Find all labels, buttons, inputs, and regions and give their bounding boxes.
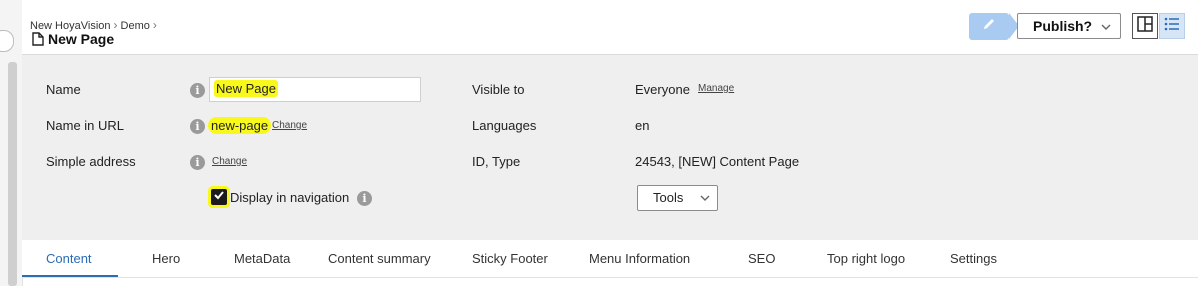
simple-address-label: Simple address [46, 154, 136, 169]
split-view-icon [1137, 15, 1153, 37]
name-value: New Page [214, 80, 278, 97]
tab-menu-information[interactable]: Menu Information [589, 251, 690, 266]
languages-label: Languages [472, 118, 537, 133]
page-icon [32, 32, 44, 46]
info-icon[interactable]: i [190, 83, 205, 98]
url-value: new-page [208, 117, 272, 134]
chevron-down-icon [1100, 20, 1112, 36]
panel-toggle[interactable] [0, 30, 14, 52]
page-title: New Page [32, 31, 114, 47]
info-icon[interactable]: i [190, 119, 205, 134]
left-panel-strip [0, 0, 23, 286]
tab-seo[interactable]: SEO [748, 251, 775, 266]
pencil-icon [982, 17, 996, 36]
simple-address-change-link[interactable]: Change [212, 156, 247, 167]
id-type-label: ID, Type [472, 154, 521, 169]
manage-link[interactable]: Manage [698, 83, 734, 94]
publish-label: Publish? [1033, 18, 1093, 34]
info-icon[interactable]: i [190, 155, 205, 170]
breadcrumb: New HoyaVision › Demo › [30, 18, 160, 32]
languages-value: en [635, 118, 650, 133]
split-view-button[interactable] [1132, 13, 1158, 39]
name-label: Name [46, 82, 81, 97]
chevron-down-icon [699, 192, 711, 207]
left-scrollbar[interactable] [8, 62, 17, 286]
url-label: Name in URL [46, 118, 125, 133]
url-change-link[interactable]: Change [272, 120, 307, 131]
page-properties-panel: Name i New Page Name in URL i new-page C… [22, 55, 1198, 241]
chevron-right-icon: › [152, 18, 157, 32]
tab-content-summary[interactable]: Content summary [328, 251, 431, 266]
content-tabs: Content Hero MetaData Content summary St… [22, 240, 1198, 278]
checkmark-icon [213, 188, 225, 206]
tab-hero[interactable]: Hero [152, 251, 180, 266]
visible-to-label: Visible to [472, 82, 525, 97]
tab-content[interactable]: Content [46, 251, 92, 266]
tools-dropdown[interactable]: Tools [637, 185, 718, 211]
display-in-navigation-checkbox[interactable] [211, 189, 227, 205]
name-field[interactable]: New Page [209, 77, 421, 102]
publish-button[interactable]: Publish? [1017, 13, 1121, 39]
list-view-icon [1164, 17, 1180, 36]
tab-settings[interactable]: Settings [950, 251, 997, 266]
active-tab-indicator [22, 275, 118, 277]
page-header: New HoyaVision › Demo › New Page Publish? [22, 0, 1198, 55]
visible-to-value: Everyone [635, 82, 690, 97]
tab-sticky-footer[interactable]: Sticky Footer [472, 251, 548, 266]
tab-metadata[interactable]: MetaData [234, 251, 290, 266]
chevron-right-icon: › [113, 18, 118, 32]
edit-button[interactable] [969, 13, 1019, 40]
id-type-value: 24543, [NEW] Content Page [635, 154, 800, 169]
tools-label: Tools [653, 190, 684, 205]
display-in-navigation-label: Display in navigation [230, 190, 350, 205]
info-icon[interactable]: i [357, 191, 372, 206]
breadcrumb-item[interactable]: Demo [121, 20, 150, 32]
tab-top-right-logo[interactable]: Top right logo [827, 251, 905, 266]
page-title-text: New Page [48, 31, 115, 47]
list-view-button[interactable] [1159, 13, 1185, 39]
